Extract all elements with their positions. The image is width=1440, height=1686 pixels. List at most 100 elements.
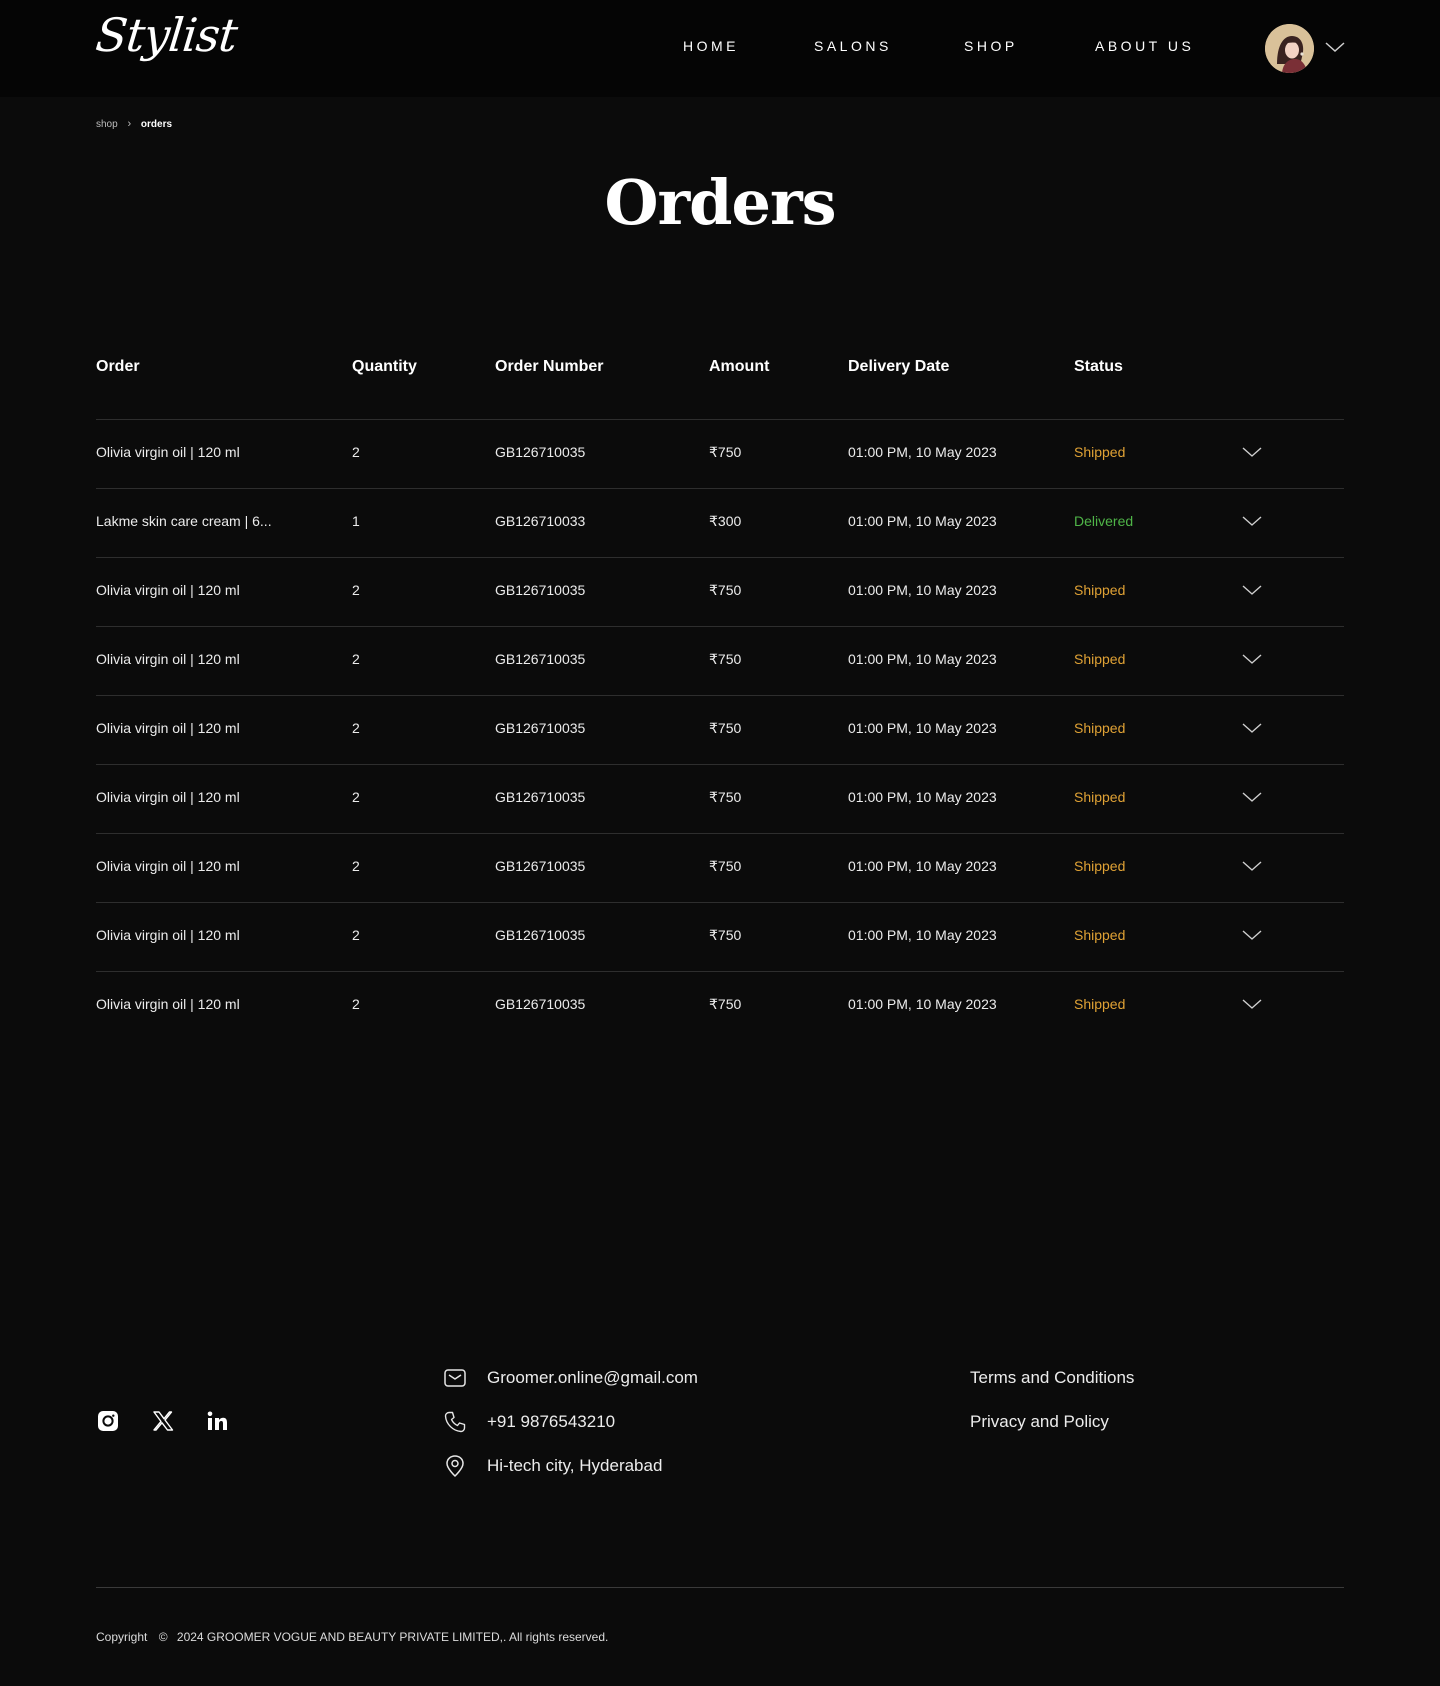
- status-badge: Shipped: [1074, 789, 1126, 805]
- table-row[interactable]: Olivia virgin oil | 120 ml 2 GB126710035 ₹7…: [96, 420, 1344, 489]
- cell-order-number: GB126710035: [495, 651, 586, 667]
- cell-order-number: GB126710033: [495, 513, 586, 529]
- cell-order: Olivia virgin oil | 120 ml: [96, 444, 240, 460]
- cell-amount: ₹750: [709, 789, 742, 805]
- cell-amount: ₹750: [709, 996, 742, 1012]
- cell-delivery-date: 01:00 PM, 10 May 2023: [848, 651, 997, 667]
- top-navbar: Stylist HOME SALONS SHOP ABOUT US: [0, 0, 1440, 97]
- privacy-link[interactable]: Privacy and Policy: [970, 1412, 1109, 1432]
- expand-chevron-icon[interactable]: [1242, 446, 1262, 458]
- cell-quantity: 1: [352, 513, 360, 529]
- breadcrumb-current: orders: [140, 118, 173, 130]
- cell-delivery-date: 01:00 PM, 10 May 2023: [848, 927, 997, 943]
- cell-amount: ₹750: [709, 720, 742, 736]
- cell-amount: ₹750: [709, 651, 742, 667]
- user-avatar[interactable]: [1265, 24, 1314, 73]
- cell-order: Olivia virgin oil | 120 ml: [96, 858, 240, 874]
- address-text: Hi-tech city, Hyderabad: [487, 1456, 663, 1475]
- cell-order: Olivia virgin oil | 120 ml: [96, 789, 240, 805]
- x-icon[interactable]: [152, 1410, 174, 1432]
- copyright-text: 2024 GROOMER VOGUE AND BEAUTY PRIVATE LI…: [176, 1629, 609, 1644]
- nav-shop[interactable]: SHOP: [964, 38, 1018, 54]
- cell-order: Olivia virgin oil | 120 ml: [96, 651, 240, 667]
- expand-chevron-icon[interactable]: [1242, 584, 1262, 596]
- location-pin-icon: [446, 1455, 464, 1478]
- expand-chevron-icon[interactable]: [1242, 722, 1262, 734]
- avatar-image: [1265, 24, 1314, 73]
- copyright-icon: ©: [158, 1629, 168, 1644]
- cell-quantity: 2: [352, 582, 360, 598]
- table-row[interactable]: Olivia virgin oil | 120 ml 2 GB126710035 ₹7…: [96, 834, 1344, 903]
- status-badge: Shipped: [1074, 444, 1126, 460]
- cell-order: Lakme skin care cream | 6...: [96, 513, 272, 529]
- cell-amount: ₹300: [709, 513, 742, 529]
- cell-delivery-date: 01:00 PM, 10 May 2023: [848, 513, 997, 529]
- cell-amount: ₹750: [709, 582, 742, 598]
- nav-home[interactable]: HOME: [683, 38, 739, 54]
- cell-order: Olivia virgin oil | 120 ml: [96, 927, 240, 943]
- copyright-label: Copyright: [96, 1629, 148, 1644]
- expand-chevron-icon[interactable]: [1242, 515, 1262, 527]
- cell-amount: ₹750: [709, 444, 742, 460]
- linkedin-icon[interactable]: [206, 1410, 228, 1432]
- phone-icon: [444, 1411, 466, 1433]
- orders-table: Order Quantity Order Number Amount Deliv…: [96, 340, 1344, 1041]
- cell-order: Olivia virgin oil | 120 ml: [96, 720, 240, 736]
- table-row[interactable]: Olivia virgin oil | 120 ml 2 GB126710035 ₹7…: [96, 696, 1344, 765]
- terms-link[interactable]: Terms and Conditions: [970, 1368, 1134, 1388]
- table-body: Olivia virgin oil | 120 ml 2 GB126710035 ₹7…: [96, 420, 1344, 1041]
- cell-delivery-date: 01:00 PM, 10 May 2023: [848, 582, 997, 598]
- table-row[interactable]: Olivia virgin oil | 120 ml 2 GB126710035 ₹7…: [96, 627, 1344, 696]
- header-order: Order: [96, 358, 140, 375]
- email-link[interactable]: Groomer.online@gmail.com: [487, 1368, 698, 1388]
- cell-delivery-date: 01:00 PM, 10 May 2023: [848, 996, 997, 1012]
- breadcrumb-shop[interactable]: shop: [96, 119, 118, 130]
- expand-chevron-icon[interactable]: [1242, 929, 1262, 941]
- cell-delivery-date: 01:00 PM, 10 May 2023: [848, 789, 997, 805]
- status-badge: Delivered: [1074, 513, 1134, 529]
- expand-chevron-icon[interactable]: [1242, 653, 1262, 665]
- nav-about-us[interactable]: ABOUT US: [1095, 38, 1194, 54]
- cell-order-number: GB126710035: [495, 927, 586, 943]
- cell-quantity: 2: [352, 789, 360, 805]
- cell-delivery-date: 01:00 PM, 10 May 2023: [848, 858, 997, 874]
- table-row[interactable]: Olivia virgin oil | 120 ml 2 GB126710035 ₹7…: [96, 903, 1344, 972]
- cell-order-number: GB126710035: [495, 720, 586, 736]
- breadcrumb-separator-icon: ›: [127, 118, 132, 130]
- cell-order-number: GB126710035: [495, 444, 586, 460]
- cell-quantity: 2: [352, 444, 360, 460]
- status-badge: Shipped: [1074, 720, 1126, 736]
- expand-chevron-icon[interactable]: [1242, 860, 1262, 872]
- cell-delivery-date: 01:00 PM, 10 May 2023: [848, 444, 997, 460]
- status-badge: Shipped: [1074, 858, 1126, 874]
- cell-quantity: 2: [352, 651, 360, 667]
- table-header: Order Quantity Order Number Amount Deliv…: [96, 340, 1344, 420]
- footer-divider: [96, 1587, 1344, 1588]
- expand-chevron-icon[interactable]: [1242, 791, 1262, 803]
- cell-quantity: 2: [352, 720, 360, 736]
- table-row[interactable]: Olivia virgin oil | 120 ml 2 GB126710035 ₹7…: [96, 972, 1344, 1041]
- cell-order-number: GB126710035: [495, 582, 586, 598]
- nav-salons[interactable]: SALONS: [814, 38, 892, 54]
- page-title: Orders: [604, 166, 836, 239]
- instagram-icon[interactable]: [97, 1410, 119, 1432]
- breadcrumb: shop › orders: [96, 118, 172, 130]
- mail-icon: [444, 1369, 466, 1387]
- cell-amount: ₹750: [709, 858, 742, 874]
- status-badge: Shipped: [1074, 996, 1126, 1012]
- table-row[interactable]: Olivia virgin oil | 120 ml 2 GB126710035 ₹7…: [96, 765, 1344, 834]
- copyright: Copyright © 2024 GROOMER VOGUE AND BEAUT…: [96, 1629, 608, 1644]
- header-amount: Amount: [709, 358, 770, 375]
- brand-logo[interactable]: Stylist: [93, 8, 239, 62]
- status-badge: Shipped: [1074, 582, 1126, 598]
- cell-amount: ₹750: [709, 927, 742, 943]
- chevron-down-icon[interactable]: [1324, 40, 1346, 54]
- cell-quantity: 2: [352, 858, 360, 874]
- status-badge: Shipped: [1074, 927, 1126, 943]
- table-row[interactable]: Olivia virgin oil | 120 ml 2 GB126710035 ₹7…: [96, 558, 1344, 627]
- table-row[interactable]: Lakme skin care cream | 6... 1 GB126710033…: [96, 489, 1344, 558]
- phone-link[interactable]: +91 9876543210: [487, 1412, 615, 1432]
- cell-order-number: GB126710035: [495, 996, 586, 1012]
- expand-chevron-icon[interactable]: [1242, 998, 1262, 1010]
- cell-quantity: 2: [352, 996, 360, 1012]
